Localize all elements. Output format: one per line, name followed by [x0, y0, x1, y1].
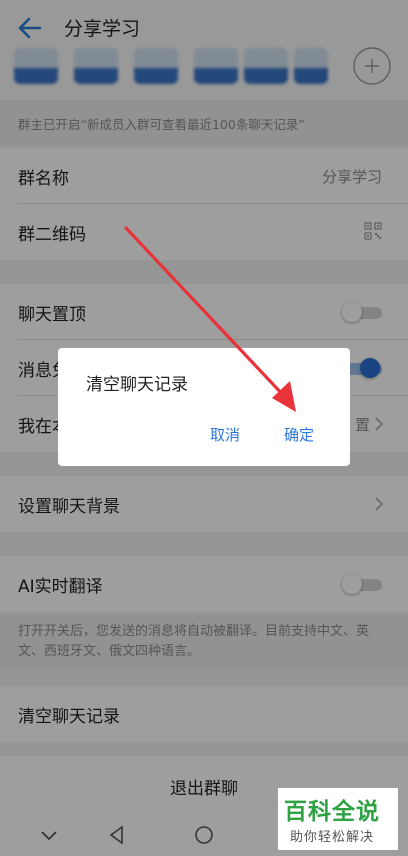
watermark-title: 百科全说: [284, 799, 380, 825]
watermark-logo: 百科全说 助你轻松解决: [278, 788, 398, 850]
clear-history-dialog: 清空聊天记录 取消 确定: [58, 348, 350, 466]
watermark-subtitle: 助你轻松解决: [290, 830, 375, 845]
confirm-button[interactable]: 确定: [284, 424, 314, 445]
dialog-title: 清空聊天记录: [86, 375, 188, 395]
cancel-button[interactable]: 取消: [210, 424, 240, 445]
